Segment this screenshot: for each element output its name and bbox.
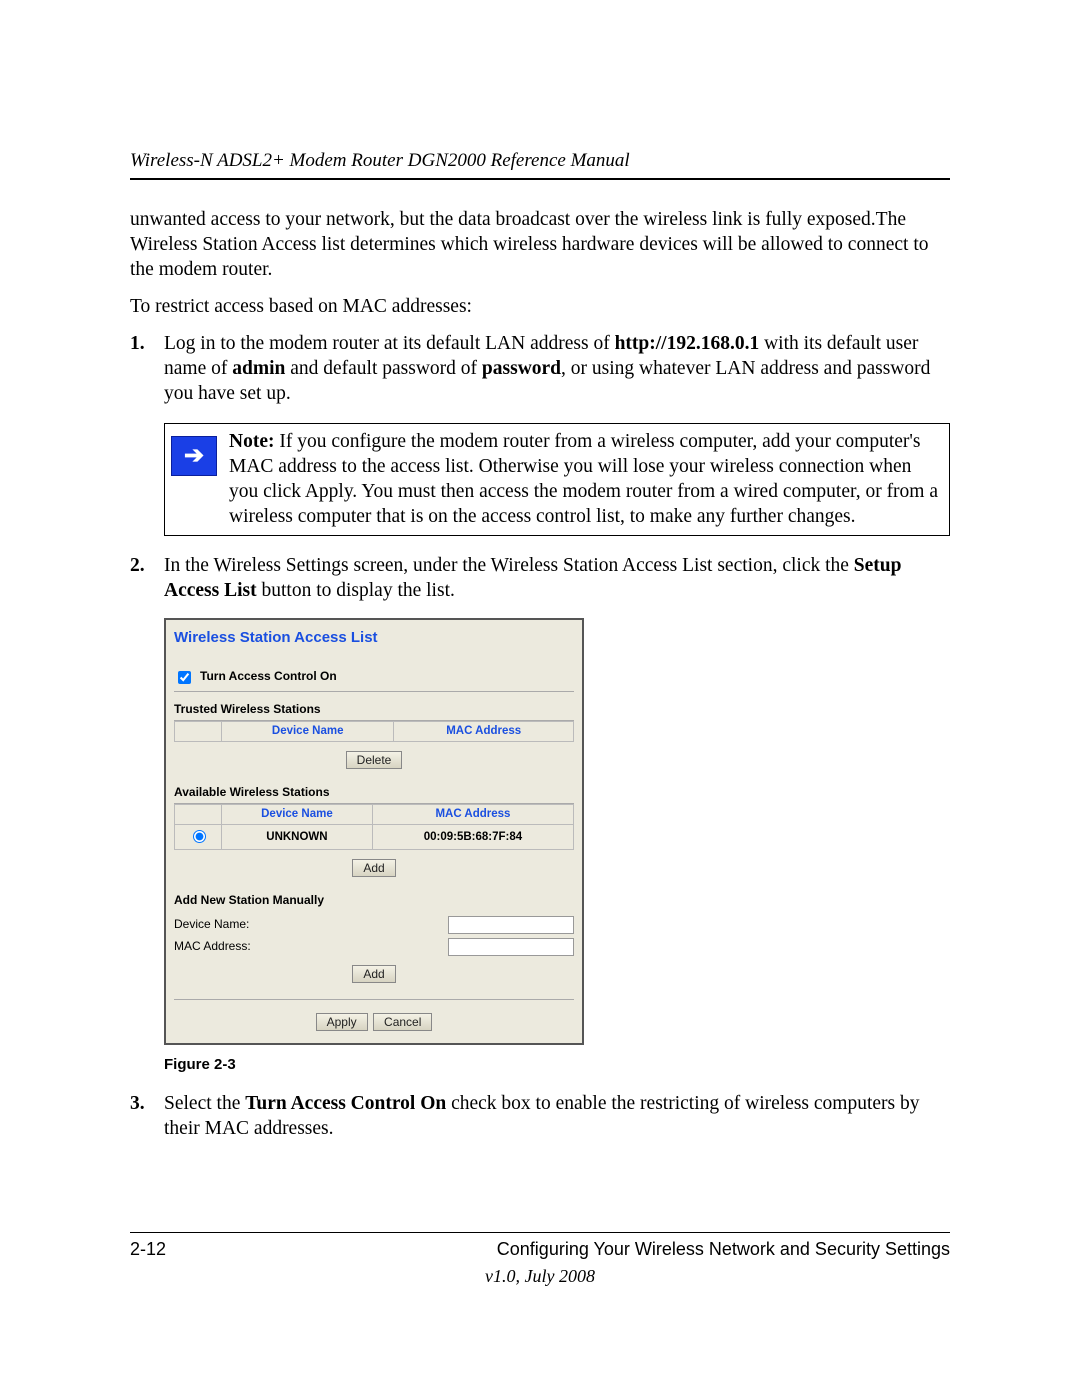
mac-address-label: MAC Address: — [174, 939, 274, 954]
note-box: ➔ Note: If you configure the modem route… — [164, 423, 950, 537]
add-available-button[interactable]: Add — [352, 859, 395, 877]
step-number-1: 1. — [130, 332, 164, 407]
available-row-mac: 00:09:5B:68:7F:84 — [372, 824, 573, 850]
cancel-button[interactable]: Cancel — [373, 1013, 432, 1031]
mac-address-input[interactable] — [448, 938, 574, 956]
available-row-radio[interactable] — [193, 830, 206, 843]
step-3-text: Select the Turn Access Control On check … — [164, 1092, 950, 1142]
doc-header-title: Wireless-N ADSL2+ Modem Router DGN2000 R… — [130, 150, 950, 172]
trusted-table: Device Name MAC Address — [174, 721, 574, 742]
add-manual-button[interactable]: Add — [352, 965, 395, 983]
avail-col-device: Device Name — [222, 804, 373, 824]
device-name-label: Device Name: — [174, 917, 274, 932]
apply-button[interactable]: Apply — [316, 1013, 368, 1031]
note-text: If you configure the modem router from a… — [229, 431, 938, 527]
device-name-input[interactable] — [448, 916, 574, 934]
router-ui-panel: Wireless Station Access List Turn Access… — [164, 618, 584, 1044]
step-number-2: 2. — [130, 554, 164, 604]
step-number-3: 3. — [130, 1092, 164, 1142]
trusted-heading: Trusted Wireless Stations — [174, 702, 574, 721]
panel-title: Wireless Station Access List — [174, 628, 574, 647]
available-row-device: UNKNOWN — [222, 824, 373, 850]
header-rule — [130, 178, 950, 180]
arrow-icon: ➔ — [184, 444, 204, 468]
delete-button[interactable]: Delete — [346, 751, 403, 769]
footer-rule — [130, 1232, 950, 1233]
page-number: 2-12 — [130, 1239, 166, 1260]
intro-paragraph: unwanted access to your network, but the… — [130, 208, 950, 283]
access-control-label: Turn Access Control On — [200, 669, 337, 684]
step-1-text: Log in to the modem router at its defaul… — [164, 332, 950, 407]
trusted-col-device: Device Name — [222, 721, 394, 741]
lead-paragraph: To restrict access based on MAC addresse… — [130, 295, 950, 320]
figure-caption: Figure 2-3 — [164, 1055, 950, 1074]
note-label: Note: — [229, 431, 274, 452]
doc-version: v1.0, July 2008 — [130, 1266, 950, 1287]
table-row[interactable]: UNKNOWN 00:09:5B:68:7F:84 — [175, 824, 574, 850]
trusted-col-mac: MAC Address — [394, 721, 574, 741]
step-2-text: In the Wireless Settings screen, under t… — [164, 554, 950, 604]
section-title: Configuring Your Wireless Network and Se… — [497, 1239, 950, 1260]
manual-heading: Add New Station Manually — [174, 893, 574, 911]
avail-col-mac: MAC Address — [372, 804, 573, 824]
access-control-checkbox[interactable] — [178, 671, 191, 684]
available-heading: Available Wireless Stations — [174, 785, 574, 804]
arrow-note-icon: ➔ — [171, 436, 217, 476]
available-table: Device Name MAC Address UNKNOWN 00:09:5B… — [174, 804, 574, 850]
